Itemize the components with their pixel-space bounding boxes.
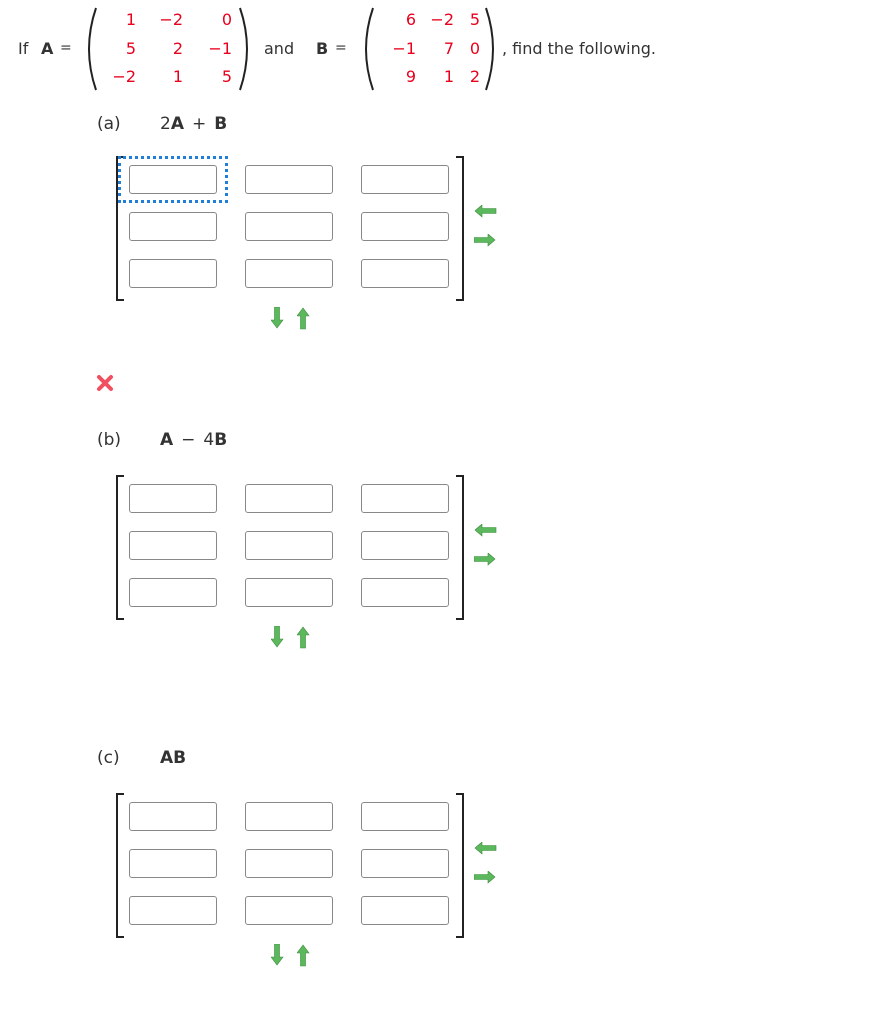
- matrix-entry: 5: [221, 67, 232, 86]
- right-bracket: [456, 475, 464, 620]
- matrix-b-label: B: [316, 39, 329, 58]
- matrix-input-r3-c2[interactable]: [245, 896, 333, 925]
- matrix-entry: 2: [172, 39, 183, 58]
- matrix-input-r2-c2[interactable]: [245, 849, 333, 878]
- right-paren: [485, 7, 494, 91]
- matrix-input-r2-c1[interactable]: [129, 212, 217, 241]
- arrow-down-icon[interactable]: [270, 943, 284, 971]
- arrow-left-icon[interactable]: [474, 522, 497, 541]
- part-expression: 2A + B: [160, 116, 227, 133]
- arrow-right-icon[interactable]: [473, 551, 497, 570]
- matrix-input-r1-c1[interactable]: [129, 484, 217, 513]
- matrix-input-r3-c1[interactable]: [129, 578, 217, 607]
- matrix-input-r2-c2[interactable]: [245, 212, 333, 241]
- matrix-entry: 5: [469, 10, 480, 29]
- intro-prefix: If: [18, 39, 29, 58]
- matrix-input-r1-c2[interactable]: [245, 802, 333, 831]
- matrix-symbol: A: [170, 114, 184, 134]
- matrix-entry: 2: [469, 67, 480, 86]
- intro-suffix: , find the following.: [502, 39, 656, 58]
- matrix-input-r3-c3[interactable]: [361, 578, 449, 607]
- operator: −: [181, 430, 196, 450]
- arrow-left-icon[interactable]: [474, 203, 497, 222]
- matrix-input-r2-c1[interactable]: [129, 531, 217, 560]
- matrix-input-r3-c1[interactable]: [129, 896, 217, 925]
- coefficient: 4: [203, 430, 215, 450]
- operator: +: [192, 114, 207, 134]
- matrix-input-r2-c3[interactable]: [361, 849, 449, 878]
- matrix-a-label: A: [41, 39, 54, 58]
- matrix-input-r3-c1[interactable]: [129, 259, 217, 288]
- arrow-up-icon[interactable]: [296, 626, 310, 653]
- part-expression: A −4B: [160, 432, 227, 449]
- matrix-input-r1-c2[interactable]: [245, 165, 333, 194]
- arrow-down-icon[interactable]: [270, 306, 284, 334]
- matrix-input-r1-c2[interactable]: [245, 484, 333, 513]
- coefficient: 2: [160, 114, 171, 134]
- matrix-symbol: A: [160, 430, 174, 450]
- matrix-input-r1-c3[interactable]: [361, 484, 449, 513]
- matrix-entry: 9: [405, 67, 416, 86]
- matrix-entry: −1: [392, 39, 416, 58]
- matrix-symbol: B: [214, 114, 228, 134]
- equals-sign-a: =: [60, 40, 72, 56]
- matrix-input-r2-c3[interactable]: [361, 531, 449, 560]
- right-bracket: [456, 793, 464, 938]
- matrix-input-r3-c3[interactable]: [361, 259, 449, 288]
- matrix-entry: 0: [469, 39, 480, 58]
- matrix-entry: 1: [172, 67, 183, 86]
- part-label: (c): [97, 748, 120, 768]
- left-bracket: [116, 793, 124, 938]
- matrix-input-r1-c3[interactable]: [361, 165, 449, 194]
- matrix-entry: −2: [112, 67, 136, 86]
- matrix-entry: −1: [208, 39, 232, 58]
- matrix-input-r1-c1[interactable]: [129, 802, 217, 831]
- right-paren: [239, 7, 248, 91]
- arrow-left-icon[interactable]: [474, 840, 497, 859]
- right-bracket: [456, 156, 464, 301]
- matrix-entry: 0: [221, 10, 232, 29]
- x-mark-icon: [96, 374, 114, 396]
- left-bracket: [116, 475, 124, 620]
- left-paren: [365, 7, 374, 91]
- arrow-up-icon[interactable]: [296, 944, 310, 971]
- part-label: (b): [97, 430, 122, 450]
- matrix-input-r3-c2[interactable]: [245, 259, 333, 288]
- arrow-up-icon[interactable]: [296, 307, 310, 334]
- matrix-entry: 1: [125, 10, 136, 29]
- matrix-input-r2-c2[interactable]: [245, 531, 333, 560]
- left-paren: [88, 7, 97, 91]
- arrow-down-icon[interactable]: [270, 625, 284, 653]
- part-expression: AB: [160, 750, 186, 767]
- matrix-input-r3-c2[interactable]: [245, 578, 333, 607]
- matrix-input-r2-c1[interactable]: [129, 849, 217, 878]
- focus-indicator: [118, 156, 228, 203]
- matrix-input-r3-c3[interactable]: [361, 896, 449, 925]
- part-label: (a): [97, 114, 121, 134]
- matrix-entry: 5: [125, 39, 136, 58]
- matrix-symbol: B: [214, 430, 228, 450]
- matrix-input-r2-c3[interactable]: [361, 212, 449, 241]
- matrix-entry: 6: [405, 10, 416, 29]
- matrix-entry: −2: [159, 10, 183, 29]
- arrow-right-icon[interactable]: [473, 232, 497, 251]
- and-text: and: [264, 39, 295, 58]
- matrix-input-r1-c3[interactable]: [361, 802, 449, 831]
- matrix-symbol: AB: [160, 748, 187, 768]
- equals-sign-b: =: [335, 40, 347, 56]
- arrow-right-icon[interactable]: [473, 869, 497, 888]
